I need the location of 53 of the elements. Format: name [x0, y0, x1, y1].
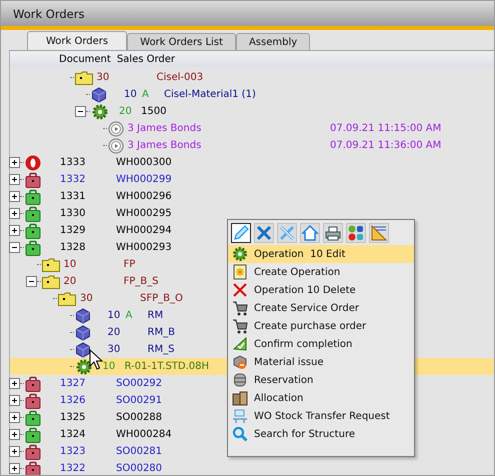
resource-name: 3 James Bonds	[128, 140, 202, 151]
resource-name: 3 James Bonds	[128, 123, 202, 134]
item-number: 10	[124, 89, 138, 100]
item-number: 30	[80, 293, 94, 304]
sales-order: WH000296	[116, 191, 172, 202]
date-time: 07.09.21 11:36:00 AM	[330, 140, 442, 151]
sales-order: WH000284	[116, 429, 172, 440]
document-number: 1325	[60, 412, 86, 423]
sales-order: WH000299	[116, 174, 172, 185]
item-name: FP_B_S	[124, 276, 158, 287]
item-name: R-01-1T.STD.08H	[124, 361, 210, 372]
item-name: 1500	[141, 106, 166, 117]
document-number: 1324	[60, 429, 86, 440]
item-name: FP	[124, 259, 136, 270]
item-name: SFP_B_O	[140, 293, 183, 304]
sales-order: SO00280	[116, 463, 162, 474]
sales-order: SO00281	[116, 446, 162, 457]
document-number: 1322	[60, 463, 86, 474]
item-code: A	[126, 310, 134, 321]
item-number: 30	[108, 344, 122, 355]
item-code: A	[142, 89, 150, 100]
document-number: 1331	[60, 191, 86, 202]
sales-order: WH000295	[116, 208, 172, 219]
item-name: RM_S	[148, 344, 174, 355]
document-number: 1328	[60, 242, 86, 253]
sales-order: SO00291	[116, 395, 162, 406]
item-number: 30	[96, 72, 110, 83]
window-title: Work Orders	[13, 6, 84, 20]
sales-order: WH000293	[116, 242, 172, 253]
sales-order: WH000300	[116, 157, 172, 168]
document-number: 1332	[60, 174, 86, 185]
item-name: Cisel-Material1 (1)	[164, 89, 256, 100]
item-number: 20	[108, 327, 122, 338]
sales-order: SO00292	[116, 378, 162, 389]
document-number: 1333	[60, 157, 86, 168]
item-number: 20	[119, 106, 133, 117]
date-time: 07.09.21 11:15:00 AM	[330, 123, 442, 134]
item-number: 10	[102, 361, 116, 372]
column-header: Document	[59, 54, 111, 64]
sales-order: SO00288	[116, 412, 162, 423]
document-number: 1327	[60, 378, 86, 389]
column-header: Sales Order	[116, 54, 176, 64]
item-number: 10	[108, 310, 122, 321]
document-number: 1323	[60, 446, 86, 457]
item-name: RM_B	[148, 327, 175, 338]
item-number: 20	[64, 276, 78, 287]
item-name: RM	[148, 310, 164, 321]
document-number: 1329	[60, 225, 86, 236]
document-number: 1326	[60, 395, 86, 406]
item-number: 10	[64, 259, 78, 270]
document-number: 1330	[60, 208, 86, 219]
item-name: Cisel-003	[156, 72, 204, 83]
sales-order: WH000294	[116, 225, 172, 236]
